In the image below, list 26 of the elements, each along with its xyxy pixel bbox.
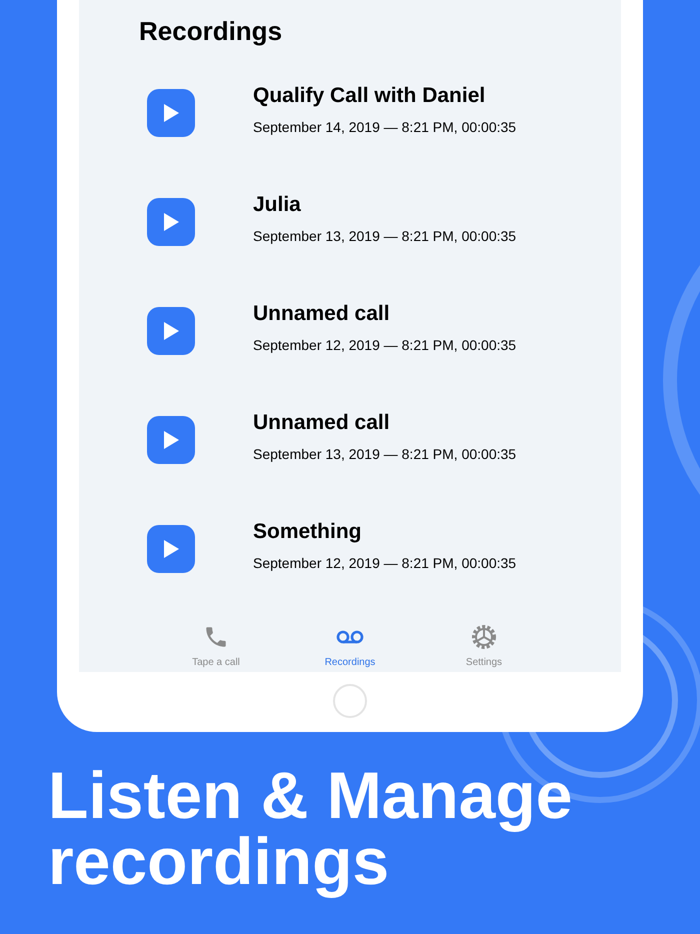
play-icon	[162, 321, 180, 341]
recording-title: Julia	[253, 192, 302, 218]
recording-details: September 12, 2019 — 8:21 PM, 00:00:35	[253, 554, 516, 574]
recording-title: Unnamed call	[253, 300, 391, 327]
recording-title: Something	[253, 518, 362, 545]
recording-details: September 13, 2019 — 8:21 PM, 00:00:35	[253, 227, 516, 246]
play-icon	[162, 212, 180, 232]
screen-title: Recordings	[139, 15, 282, 48]
recording-title: Unnamed call	[253, 410, 391, 436]
tab-item[interactable]: Settings	[439, 623, 529, 670]
recording-title: Qualify Call with Daniel	[253, 82, 486, 109]
voicemail-icon	[336, 629, 364, 645]
play-icon	[162, 103, 180, 123]
tab-item[interactable]: Recordings	[305, 623, 395, 670]
play-button[interactable]	[147, 89, 195, 137]
recording-details: September 13, 2019 — 8:21 PM, 00:00:35	[253, 445, 516, 464]
play-button[interactable]	[147, 198, 195, 246]
play-button[interactable]	[147, 307, 195, 355]
play-icon	[162, 430, 180, 450]
recording-details: September 12, 2019 — 8:21 PM, 00:00:35	[253, 336, 516, 356]
gear-icon	[470, 623, 498, 651]
tab-item[interactable]: Tape a call	[171, 623, 261, 670]
play-button[interactable]	[147, 416, 195, 464]
play-icon	[162, 539, 180, 559]
play-button[interactable]	[147, 525, 195, 573]
recording-details: September 14, 2019 — 8:21 PM, 00:00:35	[253, 118, 516, 138]
